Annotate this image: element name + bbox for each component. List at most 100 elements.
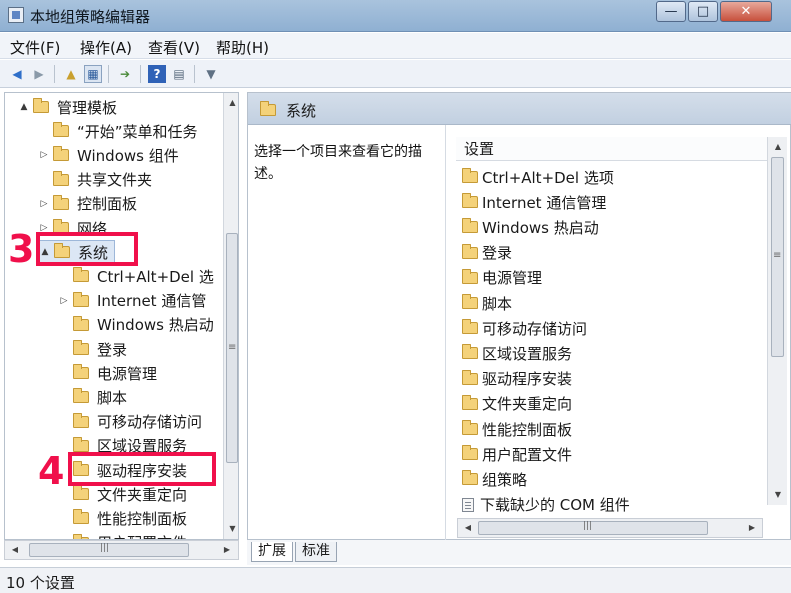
list-item[interactable]: 用户配置文件	[462, 442, 572, 466]
menu-help[interactable]: 帮助(H)	[216, 37, 269, 58]
list-item[interactable]: 区域设置服务	[462, 341, 572, 365]
list-horizontal-scrollbar[interactable]: ◀ ||| ▶	[457, 518, 763, 538]
tree-item[interactable]: “开始”菜单和任务	[39, 119, 198, 143]
list-item-label: 脚本	[482, 294, 513, 313]
tree-item[interactable]: 共享文件夹	[39, 168, 152, 192]
tab-standard[interactable]: 标准	[295, 542, 337, 562]
annotation-number: 3	[8, 227, 35, 271]
list-item[interactable]: 登录	[462, 241, 512, 265]
tree-item-label: 用户配置文件	[97, 532, 187, 539]
folder-icon	[53, 122, 69, 138]
close-button[interactable]: ✕	[720, 1, 772, 22]
tree-item[interactable]: 登录	[59, 337, 127, 361]
tab-extended[interactable]: 扩展	[251, 542, 293, 562]
expand-arrow-icon[interactable]: ▷	[39, 199, 49, 209]
tree-item-label: Ctrl+Alt+Del 选	[97, 267, 214, 286]
tree-item-label: 管理模板	[57, 98, 118, 117]
scroll-grip: |||	[100, 543, 110, 553]
scroll-thumb[interactable]: ≡	[771, 157, 784, 357]
list-item[interactable]: 性能控制面板	[462, 417, 572, 441]
list-item[interactable]: Internet 通信管理	[462, 190, 606, 214]
tree-item-label: Windows 热启动	[97, 316, 214, 335]
scroll-down-arrow[interactable]: ▼	[224, 521, 238, 537]
tree-item[interactable]: Windows 热启动	[59, 313, 214, 337]
tree-item-label: 共享文件夹	[77, 171, 153, 190]
properties-icon[interactable]: ▤	[170, 65, 188, 83]
scroll-thumb[interactable]: |||	[29, 543, 189, 557]
tree-item[interactable]: ▷ Windows 组件	[39, 143, 179, 167]
folder-icon	[53, 170, 69, 186]
help-icon[interactable]: ?	[148, 65, 166, 83]
tree-item[interactable]: 性能控制面板	[59, 506, 187, 530]
list-item[interactable]: 可移动存储访问	[462, 316, 587, 340]
expand-arrow-icon[interactable]: ▷	[39, 150, 49, 160]
scroll-thumb[interactable]: |||	[478, 521, 708, 535]
annotation-box-driver-install	[68, 452, 216, 486]
tree-item-label: “开始”菜单和任务	[77, 122, 198, 141]
tree-item[interactable]: 电源管理	[59, 361, 157, 385]
scroll-right-arrow[interactable]: ▶	[744, 519, 760, 537]
menu-view[interactable]: 查看(V)	[148, 37, 200, 58]
list-vertical-scrollbar[interactable]: ▲ ≡ ▼	[767, 137, 787, 505]
tree-item-label: 脚本	[97, 388, 128, 407]
tree-item[interactable]: 可移动存储访问	[59, 410, 202, 434]
menu-action[interactable]: 操作(A)	[80, 37, 132, 58]
folder-icon	[462, 218, 478, 234]
list-item[interactable]: 驱动程序安装	[462, 367, 572, 391]
scroll-down-arrow[interactable]: ▼	[768, 487, 788, 503]
status-text: 10 个设置	[6, 574, 75, 592]
pane-divider[interactable]	[445, 125, 446, 541]
list-item[interactable]: 电源管理	[462, 266, 542, 290]
scroll-up-arrow[interactable]: ▲	[224, 95, 238, 111]
up-folder-icon[interactable]: ▲	[62, 65, 80, 83]
scroll-left-arrow[interactable]: ◀	[460, 519, 476, 537]
folder-icon	[53, 146, 69, 162]
folder-icon	[462, 168, 478, 183]
details-header: 系统	[248, 93, 791, 125]
tree-horizontal-scrollbar[interactable]: ◀ ||| ▶	[4, 540, 239, 560]
folder-icon	[462, 294, 478, 309]
maximize-button[interactable]: □	[688, 1, 718, 22]
folder-icon	[462, 319, 478, 335]
scroll-right-arrow[interactable]: ▶	[219, 541, 235, 559]
list-item-label: 性能控制面板	[482, 420, 573, 439]
tree-item[interactable]: 脚本	[59, 385, 127, 409]
list-item[interactable]: 脚本	[462, 291, 512, 315]
list-item[interactable]: 组策略	[462, 467, 527, 491]
export-icon[interactable]: ➔	[116, 65, 134, 83]
forward-icon[interactable]: ▶	[30, 65, 48, 83]
show-tree-icon[interactable]: ▦	[84, 65, 102, 83]
column-header-settings[interactable]: 设置	[456, 137, 770, 161]
folder-icon	[73, 267, 89, 283]
tree-vertical-scrollbar[interactable]: ▲ ≡ ▼	[223, 93, 238, 539]
tree-item[interactable]: ▷ 控制面板	[39, 192, 137, 216]
tree-item-label: 控制面板	[77, 195, 138, 214]
list-item[interactable]: 文件夹重定向	[462, 392, 572, 416]
tree-item[interactable]: ▲ 管理模板	[19, 95, 117, 119]
folder-icon	[73, 509, 89, 525]
list-item-label: 用户配置文件	[482, 445, 573, 464]
folder-icon	[73, 388, 89, 404]
expand-arrow-icon[interactable]: ▷	[59, 296, 69, 306]
scroll-left-arrow[interactable]: ◀	[7, 541, 23, 559]
list-item-label: 可移动存储访问	[482, 319, 588, 338]
folder-icon	[260, 101, 276, 116]
scroll-up-arrow[interactable]: ▲	[768, 139, 788, 155]
back-icon[interactable]: ◀	[8, 65, 26, 83]
annotation-number: 4	[38, 449, 65, 493]
annotation-box-system	[36, 232, 138, 266]
tree-item[interactable]: Ctrl+Alt+Del 选	[59, 264, 214, 288]
menu-file[interactable]: 文件(F)	[10, 37, 60, 58]
minimize-button[interactable]: —	[656, 1, 686, 22]
title-bar: 本地组策略编辑器 — □ ✕	[0, 0, 791, 32]
scroll-thumb[interactable]: ≡	[226, 233, 238, 463]
list-item[interactable]: Ctrl+Alt+Del 选项	[462, 165, 614, 189]
collapse-arrow-icon[interactable]: ▲	[19, 102, 29, 112]
tree-item[interactable]: ▷ Internet 通信管	[59, 289, 206, 313]
list-item-label: 电源管理	[482, 269, 543, 288]
folder-icon	[462, 344, 478, 360]
filter-icon[interactable]: ▼	[202, 65, 220, 83]
tree-item[interactable]: 用户配置文件	[59, 531, 187, 539]
list-item[interactable]: Windows 热启动	[462, 215, 599, 239]
list-item[interactable]: 下载缺少的 COM 组件	[462, 493, 630, 517]
